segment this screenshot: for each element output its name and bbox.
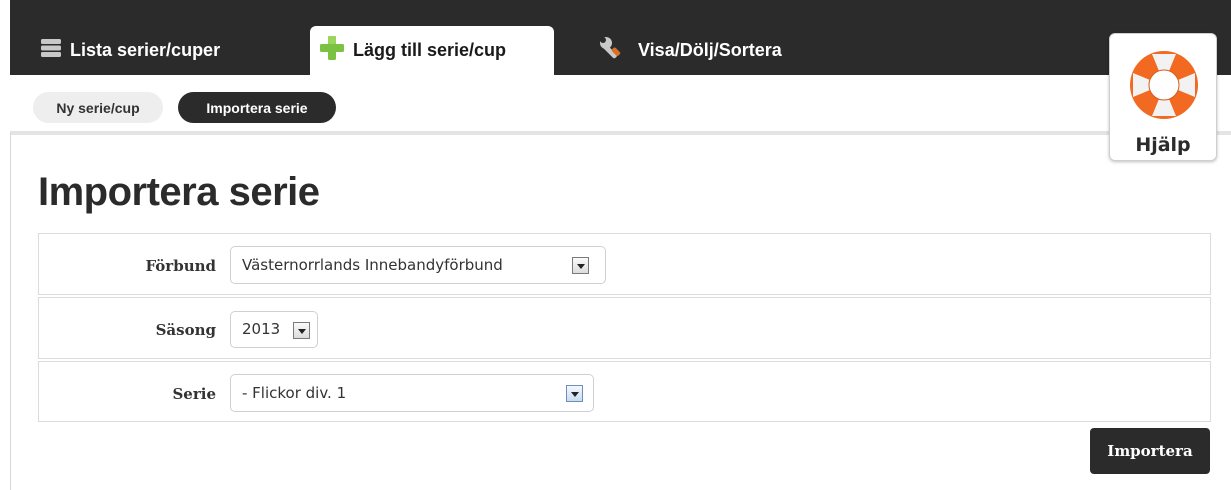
chevron-down-icon — [566, 385, 583, 402]
forbund-value: Västernorrlands Innebandyförbund — [242, 256, 503, 274]
tab-visa-dolj-sortera[interactable]: Visa/Dölj/Sortera — [592, 26, 832, 75]
help-label: Hjälp — [1135, 134, 1191, 156]
help-button[interactable]: Hjälp — [1109, 33, 1217, 161]
content-border — [10, 133, 11, 490]
serie-select[interactable]: - Flickor div. 1 — [230, 374, 594, 412]
form-row-serie: Serie - Flickor div. 1 — [38, 361, 1211, 422]
tab-label: Visa/Dölj/Sortera — [638, 40, 782, 60]
sasong-select[interactable]: 2013 — [230, 311, 318, 348]
list-icon — [40, 38, 62, 63]
subnav-ny-serie-cup[interactable]: Ny serie/cup — [33, 92, 163, 123]
form-row-forbund: Förbund Västernorrlands Innebandyförbund — [38, 233, 1211, 295]
tab-label: Lägg till serie/cup — [353, 40, 507, 60]
serie-value: - Flickor div. 1 — [242, 384, 347, 402]
subnav-importera-serie[interactable]: Importera serie — [178, 92, 336, 123]
page-title: Importera serie — [38, 170, 320, 214]
lifebuoy-icon — [1127, 48, 1201, 127]
chevron-down-icon — [293, 322, 310, 339]
forbund-select[interactable]: Västernorrlands Innebandyförbund — [230, 246, 606, 284]
wrench-icon — [598, 35, 624, 66]
sasong-label: Säsong — [155, 321, 216, 339]
tab-lagg-till-serie[interactable]: Lägg till serie/cup — [310, 26, 554, 75]
sasong-value: 2013 — [242, 320, 281, 338]
forbund-label: Förbund — [145, 257, 216, 275]
tab-lista-serier[interactable]: Lista serier/cuper — [26, 26, 286, 75]
serie-label: Serie — [172, 385, 216, 403]
import-button[interactable]: Importera — [1090, 428, 1210, 474]
tab-label: Lista serier/cuper — [70, 40, 221, 60]
plus-icon — [319, 35, 345, 66]
form-row-sasong: Säsong 2013 — [38, 297, 1211, 359]
chevron-down-icon — [572, 257, 589, 274]
divider — [10, 131, 1231, 135]
